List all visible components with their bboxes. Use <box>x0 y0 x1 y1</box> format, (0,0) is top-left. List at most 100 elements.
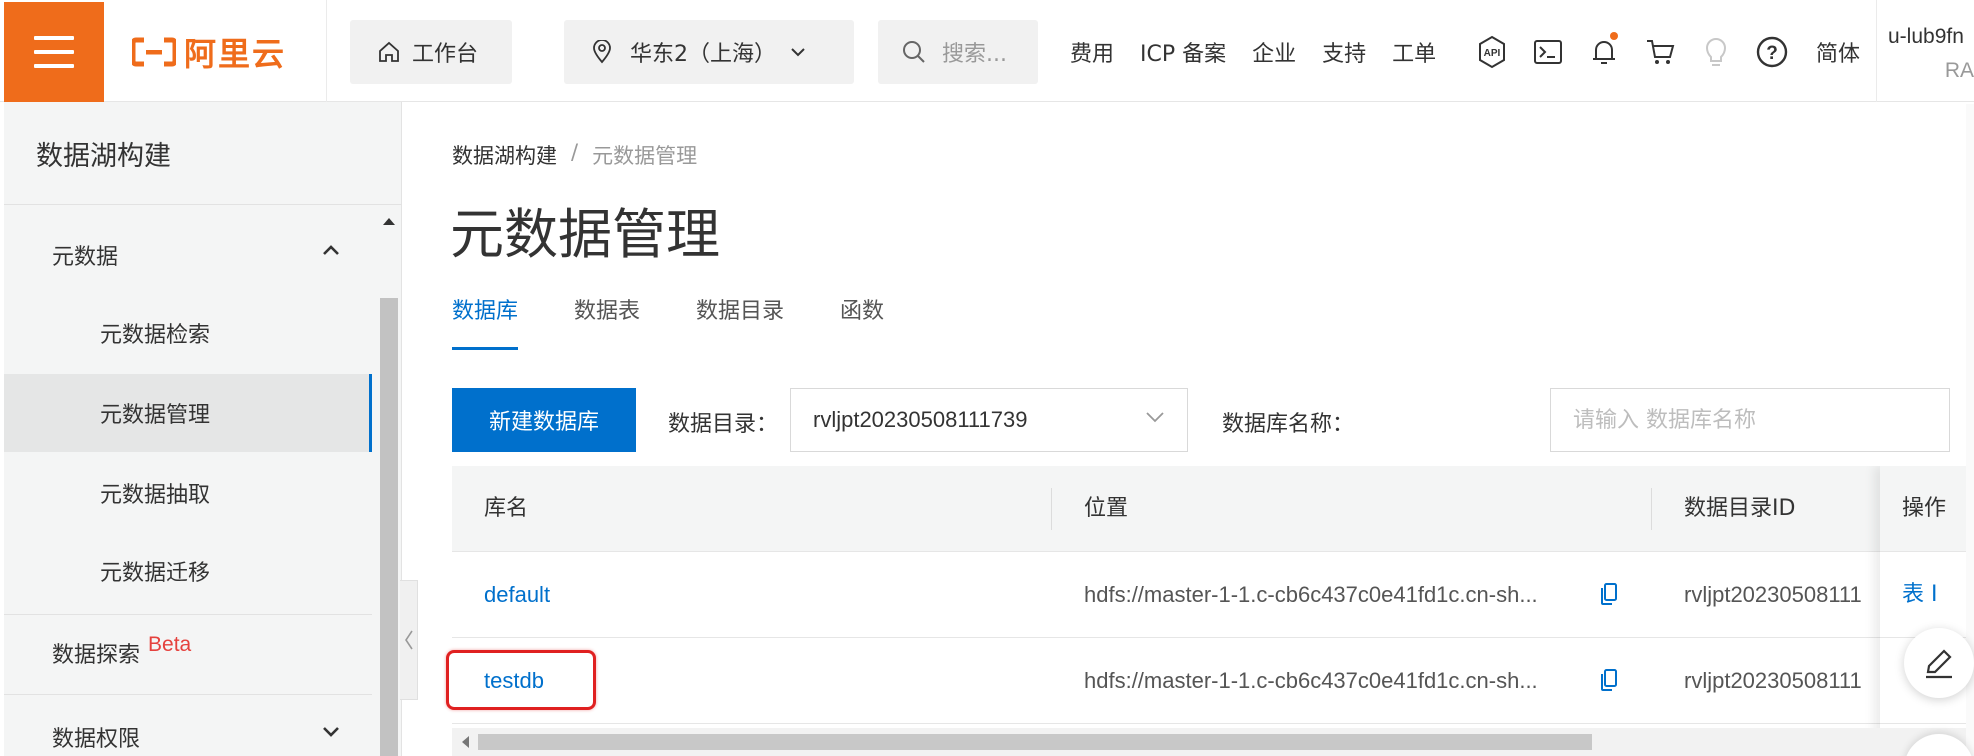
sidebar-group-permissions[interactable]: 数据权限 <box>4 698 372 756</box>
user-name: u-lub9fn <box>1888 25 1964 48</box>
link-billing[interactable]: 费用 <box>1070 36 1114 68</box>
logo-text: 阿里云 <box>184 35 287 73</box>
lightbulb-icon[interactable] <box>1696 32 1736 72</box>
tab-table[interactable]: 数据表 <box>574 292 640 350</box>
region-label: 华东2（上海） <box>630 42 776 67</box>
aliyun-logo[interactable]: 阿里云 <box>132 30 286 74</box>
top-navigation-bar: 阿里云 工作台 华东2（上海） 搜索... 费用 ICP 备案 企业 支持 工单… <box>0 0 1974 102</box>
sidebar-group-label: 元数据 <box>52 245 119 270</box>
catalog-select-value: rvljpt20230508111739 <box>813 407 1028 432</box>
cart-icon[interactable] <box>1640 32 1680 72</box>
toolbar: 新建数据库 数据目录： rvljpt20230508111739 数据库名称： <box>452 386 1952 452</box>
operations-column: 操作 表 I <box>1880 466 1974 756</box>
tab-database[interactable]: 数据库 <box>452 292 519 350</box>
column-header-catalog-id: 数据目录ID <box>1684 496 1796 521</box>
sidebar-item-label: 元数据检索 <box>100 323 211 348</box>
help-icon[interactable]: ? <box>1752 32 1792 72</box>
column-divider[interactable] <box>1051 488 1052 530</box>
sidebar-item-label: 数据探索 <box>52 643 141 668</box>
svg-text:API: API <box>1484 48 1501 59</box>
beta-badge: Beta <box>148 633 192 656</box>
chevron-down-icon <box>323 727 339 737</box>
sidebar-item-metadata-extraction[interactable]: 元数据抽取 <box>4 454 372 532</box>
sidebar-title: 数据湖构建 <box>36 141 171 172</box>
search-placeholder: 搜索... <box>942 42 1007 67</box>
dbname-search-input[interactable] <box>1550 388 1950 452</box>
db-name-link[interactable]: default <box>484 552 550 638</box>
scroll-left-arrow-icon[interactable] <box>460 735 470 749</box>
divider <box>4 694 372 695</box>
chevron-left-icon <box>404 630 413 650</box>
copy-icon[interactable] <box>1600 668 1618 692</box>
scroll-up-arrow-icon[interactable] <box>382 216 396 226</box>
table-row: testdb hdfs://master-1-1.c-cb6c437c0e41f… <box>452 638 1974 724</box>
new-database-button[interactable]: 新建数据库 <box>452 388 636 452</box>
row-action-link[interactable]: 表 I <box>1880 552 1974 638</box>
sidebar-item-data-explore[interactable]: 数据探索 Beta <box>4 614 372 692</box>
region-selector[interactable]: 华东2（上海） <box>564 20 854 84</box>
link-support[interactable]: 支持 <box>1322 36 1366 68</box>
catalog-label: 数据目录： <box>668 412 779 437</box>
database-table: 库名 位置 数据目录ID default hdfs://master-1-1.c… <box>452 466 1974 756</box>
tab-bar: 数据库 数据表 数据目录 函数 <box>452 292 940 350</box>
column-divider[interactable] <box>1651 488 1652 530</box>
svg-text:?: ? <box>1766 43 1778 64</box>
db-catalog-id: rvljpt20230508111 <box>1684 668 1862 693</box>
column-header-name: 库名 <box>484 496 529 521</box>
sidebar-item-metadata-search[interactable]: 元数据检索 <box>4 294 372 372</box>
db-location: hdfs://master-1-1.c-cb6c437c0e41fd1c.cn-… <box>1084 668 1538 693</box>
link-icp[interactable]: ICP 备案 <box>1140 36 1226 68</box>
workbench-button[interactable]: 工作台 <box>350 20 512 84</box>
link-ticket[interactable]: 工单 <box>1392 36 1436 68</box>
sidebar-group-label: 数据权限 <box>52 727 141 752</box>
breadcrumb-current: 元数据管理 <box>592 144 698 168</box>
top-links: 费用 ICP 备案 企业 支持 工单 <box>1070 20 1462 84</box>
collapse-sidebar-toggle[interactable] <box>400 580 418 700</box>
dbname-label: 数据库名称： <box>1222 412 1355 437</box>
breadcrumb-root[interactable]: 数据湖构建 <box>452 140 557 170</box>
scrollbar-thumb[interactable] <box>478 734 1592 750</box>
divider <box>326 0 327 102</box>
edit-feedback-button[interactable] <box>1904 628 1974 698</box>
chevron-down-icon <box>1146 412 1164 423</box>
user-type: RA <box>1944 59 1974 82</box>
terminal-icon[interactable] <box>1528 32 1568 72</box>
db-location: hdfs://master-1-1.c-cb6c437c0e41fd1c.cn-… <box>1084 582 1538 607</box>
sidebar-scrollbar[interactable] <box>380 298 398 756</box>
link-enterprise[interactable]: 企业 <box>1252 36 1296 68</box>
workbench-label: 工作台 <box>412 42 479 67</box>
db-catalog-id: rvljpt20230508111 <box>1684 582 1862 607</box>
divider <box>1876 0 1877 102</box>
sidebar: 数据湖构建 元数据 元数据检索 元数据管理 元数据抽取 元数据迁移 数据探索 B… <box>4 102 402 756</box>
sidebar-item-metadata-management[interactable]: 元数据管理 <box>4 374 372 452</box>
notification-dot <box>1610 32 1618 40</box>
breadcrumb: 数据湖构建 / 元数据管理 <box>452 140 697 170</box>
user-account[interactable]: u-lub9fn RA <box>1888 20 1974 88</box>
bell-icon[interactable] <box>1584 32 1624 72</box>
sidebar-item-metadata-migration[interactable]: 元数据迁移 <box>4 532 372 610</box>
api-icon[interactable]: API <box>1472 32 1512 72</box>
location-pin-icon <box>593 40 611 64</box>
language-switch[interactable]: 简体 <box>1816 36 1860 68</box>
main-content: 数据湖构建 / 元数据管理 元数据管理 数据库 数据表 数据目录 函数 新建数据… <box>420 102 1974 756</box>
sidebar-group-metadata[interactable]: 元数据 <box>4 216 372 294</box>
sidebar-item-label: 元数据抽取 <box>100 483 211 508</box>
tab-function[interactable]: 函数 <box>840 292 884 350</box>
db-name-link[interactable]: testdb <box>484 638 544 724</box>
chevron-up-icon <box>323 245 339 255</box>
menu-icon[interactable] <box>4 2 104 102</box>
column-header-actions: 操作 <box>1880 466 1974 552</box>
search-box[interactable]: 搜索... <box>878 20 1038 84</box>
tab-catalog[interactable]: 数据目录 <box>696 292 784 350</box>
column-header-location: 位置 <box>1084 496 1129 521</box>
aliyun-logo-mark-icon <box>132 37 176 67</box>
copy-icon[interactable] <box>1600 582 1618 606</box>
home-icon <box>379 41 399 62</box>
catalog-select[interactable]: rvljpt20230508111739 <box>790 388 1188 452</box>
table-horizontal-scrollbar[interactable] <box>452 728 1972 756</box>
top-icon-group: API ? <box>1472 28 1808 76</box>
chevron-down-icon <box>791 48 805 57</box>
table-header: 库名 位置 数据目录ID <box>452 466 1974 552</box>
breadcrumb-separator: / <box>571 140 579 164</box>
page-title: 元数据管理 <box>450 203 720 266</box>
